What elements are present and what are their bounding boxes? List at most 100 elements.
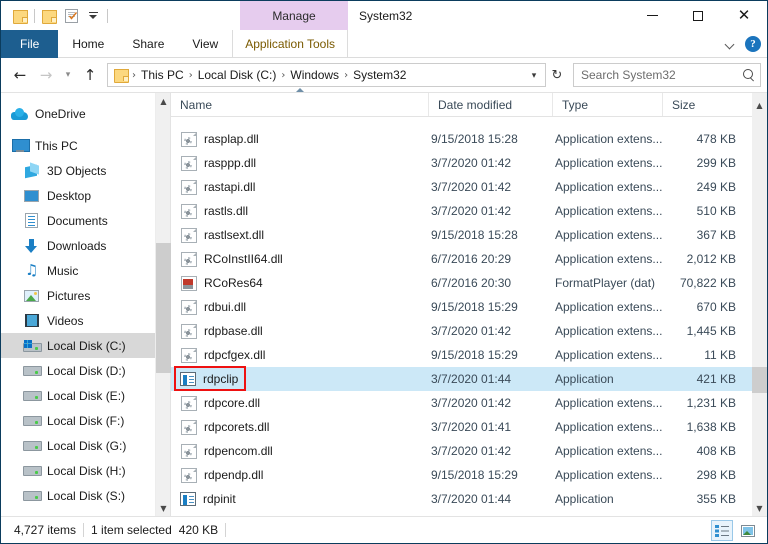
table-row[interactable]: rdpclip 3/7/2020 01:44 Application 421 KB bbox=[171, 367, 752, 391]
chevron-down-icon[interactable] bbox=[726, 40, 735, 49]
quick-access-toolbar bbox=[1, 1, 111, 30]
file-name-cell: rdpendp.dll bbox=[171, 467, 429, 483]
navigation-scrollbar[interactable]: ▲ ▼ bbox=[155, 93, 171, 516]
forward-arrow-icon[interactable]: → bbox=[33, 62, 59, 88]
help-icon[interactable]: ? bbox=[745, 36, 761, 52]
sidebar-item-label: Local Disk (S:) bbox=[47, 488, 126, 503]
table-row[interactable]: rastls.dll 3/7/2020 01:42 Application exte… bbox=[171, 199, 752, 223]
back-arrow-icon[interactable]: ← bbox=[7, 62, 33, 88]
sidebar-item-local-disk-d[interactable]: Local Disk (D:) bbox=[1, 358, 155, 383]
dll-icon bbox=[181, 299, 197, 315]
breadcrumb-item-windows[interactable]: Windows bbox=[286, 66, 343, 84]
sidebar-item-local-disk-f[interactable]: Local Disk (F:) bbox=[1, 408, 155, 433]
folder-icon[interactable] bbox=[9, 5, 31, 27]
sidebar-item-label: OneDrive bbox=[35, 106, 86, 121]
file-name-label: rdpcfgex.dll bbox=[204, 348, 266, 362]
table-row[interactable]: rasppp.dll 3/7/2020 01:42 Application exte… bbox=[171, 151, 752, 175]
tab-home[interactable]: Home bbox=[58, 30, 118, 58]
table-row[interactable]: rasphone.exe3/7/2020 01:42Application90 … bbox=[171, 117, 752, 127]
table-row[interactable]: rdpbase.dll 3/7/2020 01:42 Application ext… bbox=[171, 319, 752, 343]
file-rows: rasphone.exe3/7/2020 01:42Application90 … bbox=[171, 117, 752, 516]
scroll-down-icon[interactable]: ▼ bbox=[156, 500, 171, 516]
column-header-name[interactable]: Name bbox=[171, 88, 429, 116]
search-input[interactable]: Search System32 bbox=[581, 68, 743, 82]
file-list-scrollbar[interactable]: ▼ bbox=[752, 117, 767, 516]
tab-divider-2 bbox=[347, 30, 349, 58]
file-date-cell: 3/7/2020 01:42 bbox=[431, 396, 512, 410]
breadcrumb-bar[interactable]: › This PC › Local Disk (C:) › Windows › … bbox=[107, 63, 546, 87]
table-row[interactable]: rdpcfgex.dll 9/15/2018 15:29 Application e… bbox=[171, 343, 752, 367]
drive-icon bbox=[23, 462, 42, 479]
sidebar-item-music[interactable]: ♫ Music bbox=[1, 258, 155, 283]
column-header-type[interactable]: Type bbox=[553, 93, 663, 116]
properties-icon[interactable] bbox=[60, 5, 82, 27]
up-arrow-icon[interactable]: ↑ bbox=[77, 62, 103, 88]
scroll-down-icon[interactable]: ▼ bbox=[752, 500, 767, 516]
sidebar-item-this-pc[interactable]: This PC bbox=[1, 133, 155, 158]
large-icons-view-button[interactable] bbox=[737, 520, 759, 541]
table-row[interactable]: rdpencom.dll 3/7/2020 01:42 Application ex… bbox=[171, 439, 752, 463]
file-size-cell: 670 KB bbox=[696, 300, 736, 314]
file-type-cell: Application extens... bbox=[555, 252, 663, 266]
details-view-button[interactable] bbox=[711, 520, 733, 541]
tab-application-tools[interactable]: Application Tools bbox=[233, 30, 347, 58]
sidebar-item-local-disk-h[interactable]: Local Disk (H:) bbox=[1, 458, 155, 483]
file-size-cell: 1,231 KB bbox=[686, 396, 736, 410]
sidebar-item-3d-objects[interactable]: 3D Objects bbox=[1, 158, 155, 183]
tab-share[interactable]: Share bbox=[118, 30, 178, 58]
breadcrumb-item-local-disk-c[interactable]: Local Disk (C:) bbox=[194, 66, 281, 84]
maximize-button[interactable] bbox=[675, 1, 721, 30]
sidebar-item-label: 3D Objects bbox=[47, 163, 107, 178]
window-title: System32 bbox=[359, 8, 413, 23]
scroll-up-icon[interactable]: ▲ bbox=[752, 93, 767, 117]
table-row[interactable]: rdbui.dll 9/15/2018 15:29 Application exte… bbox=[171, 295, 752, 319]
table-row[interactable]: RCoInstII64.dll 6/7/2016 20:29 Application… bbox=[171, 247, 752, 271]
table-row[interactable]: rdpcorets.dll 3/7/2020 01:41 Application e… bbox=[171, 415, 752, 439]
file-list-scrollbar-thumb[interactable] bbox=[752, 367, 767, 393]
new-folder-icon[interactable] bbox=[38, 5, 60, 27]
minimize-button[interactable] bbox=[629, 1, 675, 30]
sidebar-item-local-disk-c[interactable]: Local Disk (C:) bbox=[1, 333, 155, 358]
table-row[interactable]: rdpendp.dll 9/15/2018 15:29 Application ex… bbox=[171, 463, 752, 487]
scroll-up-icon[interactable]: ▲ bbox=[156, 93, 171, 109]
sidebar-item-onedrive[interactable]: OneDrive bbox=[1, 101, 155, 126]
contextual-tab-manage[interactable]: Manage bbox=[240, 1, 348, 30]
file-name-cell: rasppp.dll bbox=[171, 155, 429, 171]
tab-file[interactable]: File bbox=[1, 30, 59, 58]
sidebar-item-local-disk-g[interactable]: Local Disk (G:) bbox=[1, 433, 155, 458]
sidebar-item-documents[interactable]: Documents bbox=[1, 208, 155, 233]
customize-dropdown-icon[interactable] bbox=[82, 5, 104, 27]
close-button[interactable]: ✕ bbox=[721, 1, 767, 30]
breadcrumb-item-this-pc[interactable]: This PC bbox=[137, 66, 188, 84]
tab-view[interactable]: View bbox=[178, 30, 232, 58]
search-icon[interactable] bbox=[743, 68, 756, 82]
column-header-date-modified[interactable]: Date modified bbox=[429, 93, 553, 116]
refresh-icon[interactable]: ↻ bbox=[546, 64, 568, 86]
drive-icon bbox=[23, 437, 42, 454]
table-row[interactable]: rdpinit 3/7/2020 01:44 Application 355 KB bbox=[171, 487, 752, 511]
search-box[interactable]: Search System32 bbox=[573, 63, 761, 87]
sidebar-item-local-disk-s[interactable]: Local Disk (S:) bbox=[1, 483, 155, 508]
table-row[interactable]: RCoRes64 6/7/2016 20:30 FormatPlayer (dat)… bbox=[171, 271, 752, 295]
file-type-cell: Application extens... bbox=[555, 156, 663, 170]
sidebar-item-downloads[interactable]: Downloads bbox=[1, 233, 155, 258]
table-row[interactable]: rastapi.dll 3/7/2020 01:42 Application ext… bbox=[171, 175, 752, 199]
table-row[interactable]: rasplap.dll 9/15/2018 15:28 Application ex… bbox=[171, 127, 752, 151]
table-row[interactable]: rdpcore.dll 3/7/2020 01:42 Application ext… bbox=[171, 391, 752, 415]
ribbon-right-controls: ? bbox=[726, 30, 761, 58]
details-icon bbox=[715, 524, 729, 537]
sidebar-item-videos[interactable]: Videos bbox=[1, 308, 155, 333]
breadcrumb-item-system32[interactable]: System32 bbox=[349, 66, 410, 84]
sidebar-item-desktop[interactable]: Desktop bbox=[1, 183, 155, 208]
file-name-label: rdbui.dll bbox=[204, 300, 247, 314]
file-name-label: rdpinit bbox=[203, 492, 236, 506]
table-row[interactable]: rastlsext.dll 9/15/2018 15:28 Application … bbox=[171, 223, 752, 247]
sidebar-item-local-disk-e[interactable]: Local Disk (E:) bbox=[1, 383, 155, 408]
file-name-label: rastapi.dll bbox=[204, 180, 256, 194]
sidebar-item-label: Local Disk (C:) bbox=[47, 338, 126, 353]
chevron-down-icon[interactable]: ▾ bbox=[525, 64, 543, 86]
sidebar-item-label: Desktop bbox=[47, 188, 92, 203]
navigation-scrollbar-thumb[interactable] bbox=[156, 243, 171, 373]
sidebar-item-pictures[interactable]: Pictures bbox=[1, 283, 155, 308]
recent-locations-icon[interactable]: ▾ bbox=[59, 62, 77, 88]
